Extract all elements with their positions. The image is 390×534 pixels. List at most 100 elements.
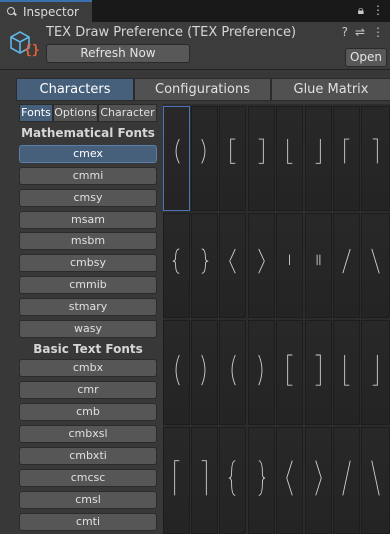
glyph-cell-brace-left[interactable] — [219, 427, 246, 534]
floor-left-glyph-icon — [277, 107, 302, 210]
more-icon[interactable]: ⋮ — [372, 3, 384, 18]
bracket-right-glyph-icon — [249, 107, 274, 210]
glyph-cell-angle-right[interactable] — [248, 213, 275, 318]
backslash-glyph-icon — [362, 428, 389, 533]
glyph-cell-double-vert-bar[interactable] — [305, 213, 332, 318]
font-item-cmsy[interactable]: cmsy — [19, 189, 157, 207]
double-vert-bar-glyph-icon — [306, 214, 331, 317]
glyph-cell-floor-right[interactable] — [305, 106, 332, 211]
floor-left-glyph-icon — [334, 321, 359, 424]
inspector-tab-label: Inspector — [23, 5, 79, 19]
angle-left-glyph-icon — [220, 214, 245, 317]
glyph-cell-paren-left[interactable] — [163, 320, 190, 425]
font-item-cmbx[interactable]: cmbx — [19, 359, 157, 377]
brace-left-glyph-icon — [220, 428, 245, 533]
font-item-cmbxti[interactable]: cmbxti — [19, 447, 157, 465]
paren-right-glyph-icon — [192, 321, 217, 424]
paren-left-glyph-icon — [220, 321, 245, 424]
tex-preference-icon: {} — [10, 31, 40, 58]
glyph-cell-brace-right[interactable] — [191, 213, 218, 318]
glyph-cell-angle-left[interactable] — [219, 213, 246, 318]
svg-text:{}: {} — [24, 43, 40, 58]
font-item-msam[interactable]: msam — [19, 211, 157, 229]
font-item-cmmi[interactable]: cmmi — [19, 167, 157, 185]
more-icon[interactable]: ⋮ — [372, 25, 384, 39]
glyph-cell-ceil-left[interactable] — [333, 106, 360, 211]
sub-tab-bar: Fonts Options Character — [19, 104, 157, 122]
page-title: TEX Draw Preference (TEX Preference) — [46, 25, 297, 40]
angle-right-glyph-icon — [249, 214, 274, 317]
glyph-cell-vert-bar[interactable] — [276, 213, 303, 318]
font-item-cmsl[interactable]: cmsl — [19, 491, 157, 509]
bracket-left-glyph-icon — [277, 321, 302, 424]
ceil-left-glyph-icon — [334, 107, 359, 210]
font-item-cmbsy[interactable]: cmbsy — [19, 254, 157, 272]
window-tab-strip: Inspector 🔒︎ ⋮ — [0, 0, 390, 22]
brace-left-glyph-icon — [164, 214, 189, 317]
glyph-cell-paren-right[interactable] — [191, 320, 218, 425]
subtab-character[interactable]: Character — [98, 104, 157, 122]
glyph-cell-backslash[interactable] — [361, 427, 390, 534]
refresh-now-button[interactable]: Refresh Now — [46, 44, 190, 63]
ceil-right-glyph-icon — [362, 107, 389, 210]
glyph-cell-floor-right[interactable] — [361, 320, 390, 425]
text-fonts-header: Basic Text Fonts — [33, 342, 143, 356]
glyph-cell-angle-right[interactable] — [305, 427, 332, 534]
glyph-cell-floor-left[interactable] — [333, 320, 360, 425]
backslash-glyph-icon — [362, 214, 389, 317]
subtab-options[interactable]: Options — [53, 104, 98, 122]
main-tab-bar: Characters Configurations Glue Matrix — [16, 78, 390, 101]
glyph-cell-slash[interactable] — [333, 213, 360, 318]
math-fonts-header: Mathematical Fonts — [21, 126, 155, 140]
inspector-tab[interactable]: Inspector — [0, 0, 92, 22]
font-item-cmb[interactable]: cmb — [19, 403, 157, 421]
font-item-cmti[interactable]: cmti — [19, 513, 157, 531]
glyph-cell-backslash[interactable] — [361, 213, 390, 318]
floor-right-glyph-icon — [362, 321, 389, 424]
font-item-cmex[interactable]: cmex — [19, 145, 157, 163]
open-button[interactable]: Open — [345, 48, 387, 67]
font-item-cmcsc[interactable]: cmcsc — [19, 469, 157, 487]
paren-left-glyph-icon — [164, 321, 189, 424]
bracket-right-glyph-icon — [306, 321, 331, 424]
glyph-cell-angle-left[interactable] — [276, 427, 303, 534]
glyph-cell-paren-right[interactable] — [248, 320, 275, 425]
glyph-cell-bracket-right[interactable] — [248, 106, 275, 211]
inspector-header: {} TEX Draw Preference (TEX Preference) … — [0, 22, 390, 70]
floor-right-glyph-icon — [306, 107, 331, 210]
glyph-cell-floor-left[interactable] — [276, 106, 303, 211]
paren-right-glyph-icon — [192, 107, 217, 210]
font-item-stmary[interactable]: stmary — [19, 298, 157, 316]
paren-left-glyph-icon — [164, 107, 189, 210]
font-item-cmbxsl[interactable]: cmbxsl — [19, 425, 157, 443]
angle-right-glyph-icon — [306, 428, 331, 533]
glyph-cell-ceil-left[interactable] — [163, 427, 190, 534]
tab-configurations[interactable]: Configurations — [134, 78, 271, 101]
tab-characters[interactable]: Characters — [16, 78, 134, 101]
ceil-right-glyph-icon — [192, 428, 217, 533]
font-item-msbm[interactable]: msbm — [19, 232, 157, 250]
brace-right-glyph-icon — [192, 214, 217, 317]
lock-icon[interactable]: 🔒︎ — [358, 3, 364, 18]
help-icon[interactable]: ? — [342, 25, 348, 39]
glyph-cell-paren-left[interactable] — [163, 106, 190, 211]
glyph-cell-paren-right[interactable] — [191, 106, 218, 211]
font-item-wasy[interactable]: wasy — [19, 320, 157, 338]
font-item-cmmib[interactable]: cmmib — [19, 276, 157, 294]
settings-icon[interactable]: ⇌ — [355, 25, 365, 39]
glyph-cell-bracket-right[interactable] — [305, 320, 332, 425]
glyph-grid — [163, 104, 390, 534]
glyph-cell-slash[interactable] — [333, 427, 360, 534]
subtab-fonts[interactable]: Fonts — [19, 104, 53, 122]
glyph-cell-ceil-right[interactable] — [191, 427, 218, 534]
bracket-left-glyph-icon — [220, 107, 245, 210]
glyph-cell-bracket-left[interactable] — [219, 106, 246, 211]
glyph-cell-ceil-right[interactable] — [361, 106, 390, 211]
glyph-cell-bracket-left[interactable] — [276, 320, 303, 425]
glyph-cell-brace-left[interactable] — [163, 213, 190, 318]
tab-glue-matrix[interactable]: Glue Matrix — [271, 78, 390, 101]
font-item-cmr[interactable]: cmr — [19, 381, 157, 399]
glyph-cell-paren-left[interactable] — [219, 320, 246, 425]
inspector-icon — [6, 6, 18, 18]
glyph-cell-brace-right[interactable] — [248, 427, 275, 534]
